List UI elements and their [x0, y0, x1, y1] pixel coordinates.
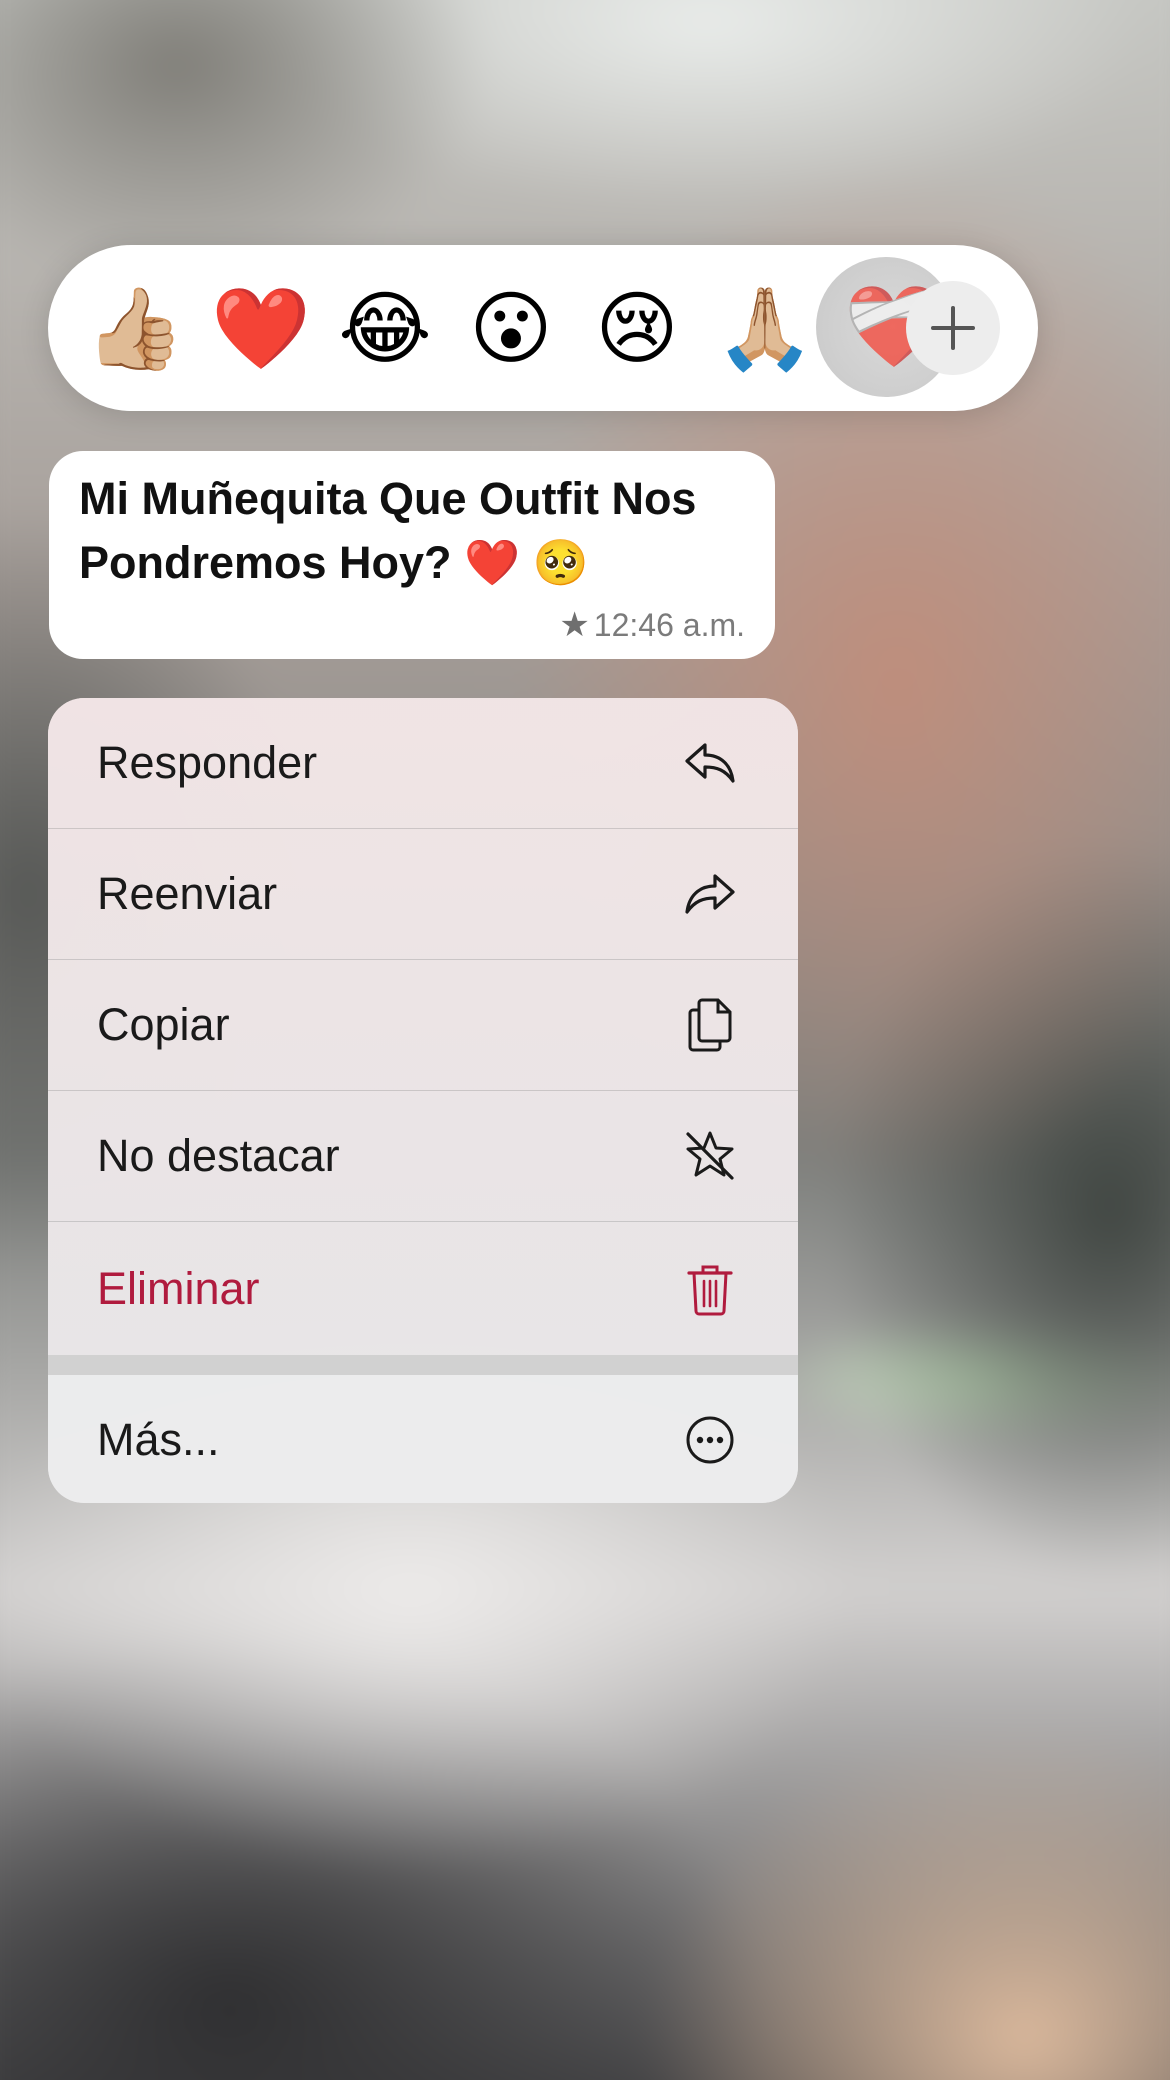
menu-item-reply[interactable]: Responder	[48, 698, 798, 829]
unstar-icon	[680, 1126, 740, 1186]
message-time: 12:46 a.m.	[593, 606, 745, 643]
context-menu: Responder Reenviar Copiar No destacar El…	[48, 698, 798, 1503]
menu-item-unstar[interactable]: No destacar	[48, 1091, 798, 1222]
add-reaction-button[interactable]	[906, 281, 1000, 375]
menu-item-label: Responder	[97, 737, 318, 788]
menu-group-main: Responder Reenviar Copiar No destacar El…	[48, 698, 798, 1355]
menu-item-more[interactable]: Más...	[48, 1375, 798, 1503]
menu-item-label: Más...	[97, 1414, 220, 1465]
menu-separator	[48, 1355, 798, 1375]
trash-icon	[680, 1259, 740, 1319]
plus-icon	[931, 306, 975, 350]
reply-icon	[680, 733, 740, 793]
message-text: Mi Muñequita Que Outfit Nos Pondremos Ho…	[79, 473, 697, 588]
menu-item-label: No destacar	[97, 1130, 340, 1181]
reaction-folded-hands[interactable]: 🙏🏼	[715, 281, 815, 377]
copy-icon	[680, 995, 740, 1055]
reaction-bar: 👍🏼 ❤️ 😂 😮 😢 🙏🏼 ❤️‍🩹	[48, 245, 1038, 411]
reaction-red-heart[interactable]: ❤️	[211, 281, 311, 377]
reaction-surprised[interactable]: 😮	[463, 281, 559, 377]
menu-item-label: Eliminar	[97, 1262, 260, 1314]
reaction-tears-of-joy[interactable]: 😂	[337, 281, 433, 377]
screen: 👍🏼 ❤️ 😂 😮 😢 🙏🏼 ❤️‍🩹 Mi Muñequita Que Out…	[0, 0, 1170, 2080]
menu-item-forward[interactable]: Reenviar	[48, 829, 798, 960]
menu-item-delete[interactable]: Eliminar	[48, 1222, 798, 1355]
forward-icon	[680, 864, 740, 924]
reaction-thumbs-up[interactable]: 👍🏼	[85, 281, 185, 377]
message-meta: ★ 12:46 a.m.	[559, 605, 745, 645]
reaction-crying[interactable]: 😢	[589, 281, 685, 377]
menu-item-copy[interactable]: Copiar	[48, 960, 798, 1091]
star-icon: ★	[559, 606, 590, 644]
menu-item-label: Copiar	[97, 999, 230, 1050]
menu-item-label: Reenviar	[97, 868, 278, 919]
message-bubble[interactable]: Mi Muñequita Que Outfit Nos Pondremos Ho…	[49, 451, 775, 659]
more-icon	[680, 1410, 740, 1470]
